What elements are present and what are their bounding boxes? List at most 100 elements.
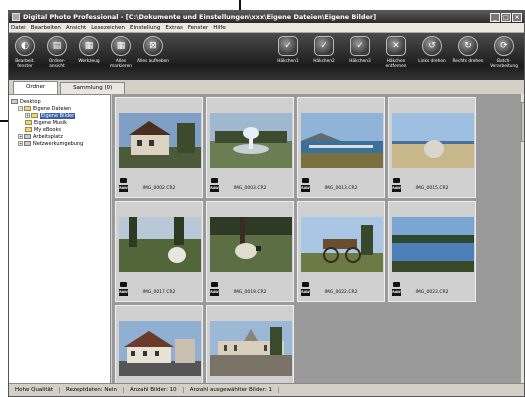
rotate-right-button[interactable]: ↻ Rechts drehen — [450, 36, 486, 69]
tree-expander-icon[interactable]: − — [18, 106, 23, 111]
select-all-icon: ▦ — [111, 36, 131, 56]
rotate-right-icon: ↻ — [458, 36, 478, 56]
folder-icon — [31, 113, 38, 118]
menu-fenster[interactable]: Fenster — [188, 25, 208, 31]
menu-bearbeiten[interactable]: Bearbeiten — [31, 25, 61, 31]
tree-item-label: Eigene Dateien — [33, 105, 72, 112]
camera-icon — [211, 178, 218, 183]
deselect-all-button[interactable]: ⊠ Alles aufheben — [137, 36, 169, 69]
computer-icon — [24, 141, 31, 146]
maximize-button[interactable]: □ — [501, 12, 511, 22]
tool-palette-button[interactable]: ▦ Werkzeug — [73, 36, 105, 69]
app-icon — [12, 13, 20, 21]
computer-icon — [24, 134, 31, 139]
toolbar-button-label: Häkchen2 — [313, 59, 335, 64]
thumbnail-cell[interactable]: RAW IMG_0022.CR2 — [297, 201, 385, 302]
thumbnail-image[interactable] — [392, 113, 474, 168]
thumbnail-cell[interactable]: RAW IMG_0013.CR2 — [297, 97, 385, 198]
tree-item[interactable]: + Arbeitsplatz — [9, 133, 110, 140]
tree-item-label: Eigene Bilder — [40, 112, 76, 119]
thumbnail-image[interactable] — [392, 217, 474, 272]
thumbnail-image[interactable] — [210, 217, 292, 272]
folder-icon — [24, 106, 31, 111]
status-image-count: Anzahl Bilder: 10 — [124, 387, 184, 393]
status-recipe: Rezeptdaten: Nein — [60, 387, 124, 393]
toolbar-button-label: Häkchen1 — [277, 59, 299, 64]
tree-expander-icon[interactable]: + — [18, 134, 23, 139]
thumbnail-image[interactable] — [210, 321, 292, 376]
thumbnail-cell[interactable]: RAW IMG_0002.CR2 — [115, 97, 203, 198]
menu-datei[interactable]: Datei — [11, 25, 26, 31]
menu-lesezeichen[interactable]: Lesezeichen — [91, 25, 125, 31]
thumbnail-cell[interactable]: RAW IMG_0015.CR2 — [388, 97, 476, 198]
batch-process-icon: ⟳ — [494, 36, 514, 56]
camera-icon — [393, 282, 400, 287]
thumbnail-filename: IMG_0003.CR2 — [233, 186, 267, 191]
thumbnail-filename: IMG_0017.CR2 — [142, 290, 176, 295]
rotate-left-icon: ↺ — [422, 36, 442, 56]
folder-icon — [25, 120, 32, 125]
tree-item-label: My eBooks — [34, 126, 61, 133]
menu-ansicht[interactable]: Ansicht — [66, 25, 86, 31]
tree-item[interactable]: Eigene Musik — [9, 119, 110, 126]
check-mark-3-icon: ✓ — [350, 36, 370, 56]
thumbnail-filename: IMG_0013.CR2 — [324, 186, 358, 191]
toolbar-button-label: Links drehen — [418, 59, 446, 64]
thumbnail-image[interactable] — [119, 217, 201, 272]
rotate-left-button[interactable]: ↺ Links drehen — [414, 36, 450, 69]
thumbnail-cell[interactable]: RAW — [115, 305, 203, 385]
thumbnail-cell[interactable]: RAW IMG_0019.CR2 — [206, 201, 294, 302]
edit-window-button[interactable]: ◐ Bearbeit. fenster — [9, 36, 41, 69]
folder-view-button[interactable]: ▤ Ordner- ansicht — [41, 36, 73, 69]
thumbnail-cell[interactable]: RAW — [206, 305, 294, 385]
tree-item-label: Eigene Musik — [34, 119, 68, 126]
thumbnail-image[interactable] — [210, 113, 292, 168]
thumbnail-image[interactable] — [301, 217, 383, 272]
menu-bar: Datei Bearbeiten Ansicht Lesezeichen Ein… — [9, 23, 524, 33]
tree-item-label: Arbeitsplatz — [33, 133, 63, 140]
tab-sammlung[interactable]: Sammlung (0) — [60, 82, 126, 94]
thumbnail-cell[interactable]: RAW IMG_0023.CR2 — [388, 201, 476, 302]
remove-check-button[interactable]: ✕ Häkchen entfernen — [378, 36, 414, 69]
camera-icon — [120, 178, 127, 183]
camera-icon — [211, 282, 218, 287]
menu-hilfe[interactable]: Hilfe — [213, 25, 226, 31]
menu-extras[interactable]: Extras — [165, 25, 182, 31]
thumbnail-filename: IMG_0015.CR2 — [415, 186, 449, 191]
toolbar-button-label: Häkchen3 — [349, 59, 371, 64]
select-all-button[interactable]: ▦ Alles markieren — [105, 36, 137, 69]
minimize-button[interactable]: _ — [490, 12, 500, 22]
toolbar-button-label: Werkzeug — [78, 59, 100, 64]
check-mark-1-button[interactable]: ✓ Häkchen1 — [270, 36, 306, 69]
close-button[interactable]: × — [512, 12, 522, 22]
batch-process-button[interactable]: ⟳ Batch- Verarbeitung — [486, 36, 522, 69]
folder-icon — [25, 127, 32, 132]
tree-expander-icon[interactable]: + — [25, 113, 30, 118]
camera-icon — [393, 178, 400, 183]
tree-item[interactable]: My eBooks — [9, 126, 110, 133]
camera-icon — [302, 282, 309, 287]
toolbar-button-label: Häkchen entfernen — [385, 59, 407, 69]
menu-einstellung[interactable]: Einstellung — [130, 25, 160, 31]
tree-item[interactable]: Desktop — [9, 98, 110, 105]
thumbnail-image[interactable] — [301, 113, 383, 168]
toolbar-button-label: Alles markieren — [110, 59, 132, 69]
tree-expander-icon[interactable]: + — [18, 141, 23, 146]
thumbnail-filename: IMG_0002.CR2 — [142, 186, 176, 191]
scrollbar-thumb[interactable] — [521, 102, 524, 142]
thumbnail-image[interactable] — [119, 321, 201, 376]
thumbnail-cell[interactable]: RAW IMG_0017.CR2 — [115, 201, 203, 302]
check-mark-3-button[interactable]: ✓ Häkchen3 — [342, 36, 378, 69]
tree-item[interactable]: + Eigene Bilder — [9, 112, 110, 119]
thumbnail-image[interactable] — [119, 113, 201, 168]
computer-icon — [11, 99, 18, 104]
toolbar-button-label: Rechts drehen — [452, 59, 484, 64]
tab-ordner[interactable]: Ordner — [13, 81, 59, 94]
thumbnail-cell[interactable]: RAW IMG_0003.CR2 — [206, 97, 294, 198]
check-mark-2-icon: ✓ — [314, 36, 334, 56]
vertical-scrollbar[interactable] — [520, 94, 524, 385]
tree-item[interactable]: − Eigene Dateien — [9, 105, 110, 112]
tree-item[interactable]: + Netzwerkumgebung — [9, 140, 110, 147]
edit-window-icon: ◐ — [15, 36, 35, 56]
check-mark-2-button[interactable]: ✓ Häkchen2 — [306, 36, 342, 69]
